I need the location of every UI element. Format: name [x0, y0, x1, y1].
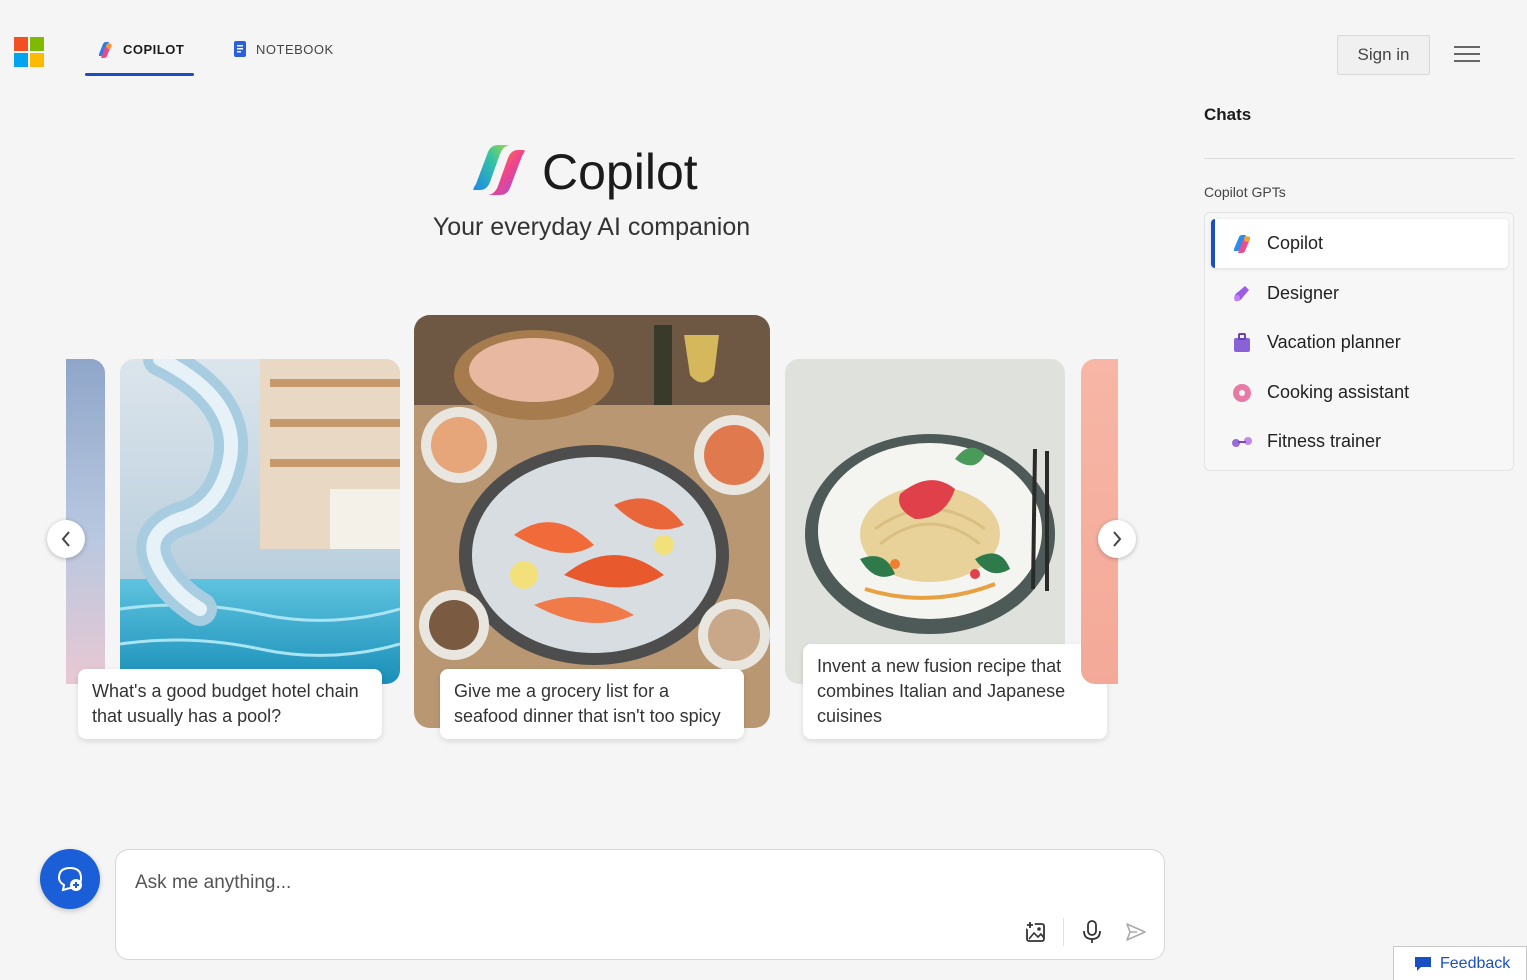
copilot-logo — [473, 145, 525, 195]
gpt-list: Copilot Designer Vacation planner Cookin… — [1204, 212, 1514, 471]
carousel-card-image[interactable] — [120, 359, 400, 684]
tab-copilot[interactable]: COPILOT — [85, 36, 194, 76]
notebook-icon — [234, 41, 246, 57]
gpt-item-label: Fitness trainer — [1267, 431, 1382, 451]
new-chat-icon — [57, 866, 83, 892]
gpt-item-label: Vacation planner — [1267, 332, 1401, 352]
feedback-button[interactable]: Feedback — [1393, 946, 1527, 980]
carousel-prompt[interactable]: Give me a grocery list for a seafood din… — [440, 669, 744, 739]
tab-notebook[interactable]: NOTEBOOK — [232, 36, 342, 76]
copilot-icon — [99, 42, 112, 58]
microphone-icon — [1083, 920, 1101, 943]
dumbbell-icon — [1232, 436, 1252, 447]
gpt-item-label: Cooking assistant — [1267, 382, 1410, 402]
feedback-icon — [1415, 956, 1431, 971]
feedback-label: Feedback — [1440, 954, 1511, 972]
send-icon — [1126, 923, 1146, 941]
composer — [115, 849, 1165, 960]
ask-input[interactable] — [135, 868, 1015, 898]
microphone-button[interactable] — [1078, 918, 1106, 946]
tab-notebook-label: NOTEBOOK — [256, 42, 334, 57]
gpt-item-fitness-trainer[interactable]: Fitness trainer — [1211, 417, 1508, 466]
gpt-item-vacation-planner[interactable]: Vacation planner — [1211, 318, 1508, 367]
carousel-next-button[interactable] — [1098, 520, 1136, 558]
gpt-item-label: Copilot — [1267, 233, 1324, 253]
copilot-gpts-label: Copilot GPTs — [1204, 184, 1286, 200]
gpt-item-copilot[interactable]: Copilot — [1211, 219, 1508, 268]
menu-icon[interactable] — [1454, 44, 1480, 64]
chats-title: Chats — [1204, 105, 1252, 124]
sidebar-divider — [1204, 158, 1514, 159]
send-button[interactable] — [1122, 918, 1150, 946]
sign-in-button[interactable]: Sign in — [1337, 35, 1430, 75]
pool-image — [120, 359, 400, 684]
chevron-right-icon — [1113, 531, 1122, 547]
carousel-previous-button[interactable] — [47, 520, 85, 558]
donut-icon — [1233, 383, 1251, 402]
fusion-dish-image — [785, 359, 1065, 684]
carousel-prompt[interactable]: What's a good budget hotel chain that us… — [78, 669, 382, 739]
carousel-card-image[interactable] — [785, 359, 1065, 684]
microsoft-logo[interactable] — [14, 37, 44, 67]
page-subtitle: Your everyday AI companion — [432, 213, 751, 241]
gpt-item-label: Designer — [1267, 283, 1340, 303]
gpt-item-designer[interactable]: Designer — [1211, 269, 1508, 318]
designer-icon — [1234, 285, 1249, 301]
gpt-item-cooking-assistant[interactable]: Cooking assistant — [1211, 368, 1508, 417]
chevron-left-icon — [61, 531, 70, 547]
image-upload-button[interactable] — [1022, 918, 1050, 946]
carousel-card-image[interactable] — [414, 315, 770, 728]
suitcase-icon — [1234, 332, 1250, 352]
new-topic-button[interactable] — [40, 849, 100, 909]
copilot-icon — [1234, 234, 1250, 253]
page-title: Copilot — [542, 144, 698, 200]
add-image-icon — [1025, 920, 1045, 942]
carousel-prompt[interactable]: Invent a new fusion recipe that combines… — [803, 644, 1107, 739]
tab-copilot-label: COPILOT — [123, 42, 185, 57]
seafood-image — [414, 315, 770, 728]
composer-separator — [1063, 918, 1064, 946]
